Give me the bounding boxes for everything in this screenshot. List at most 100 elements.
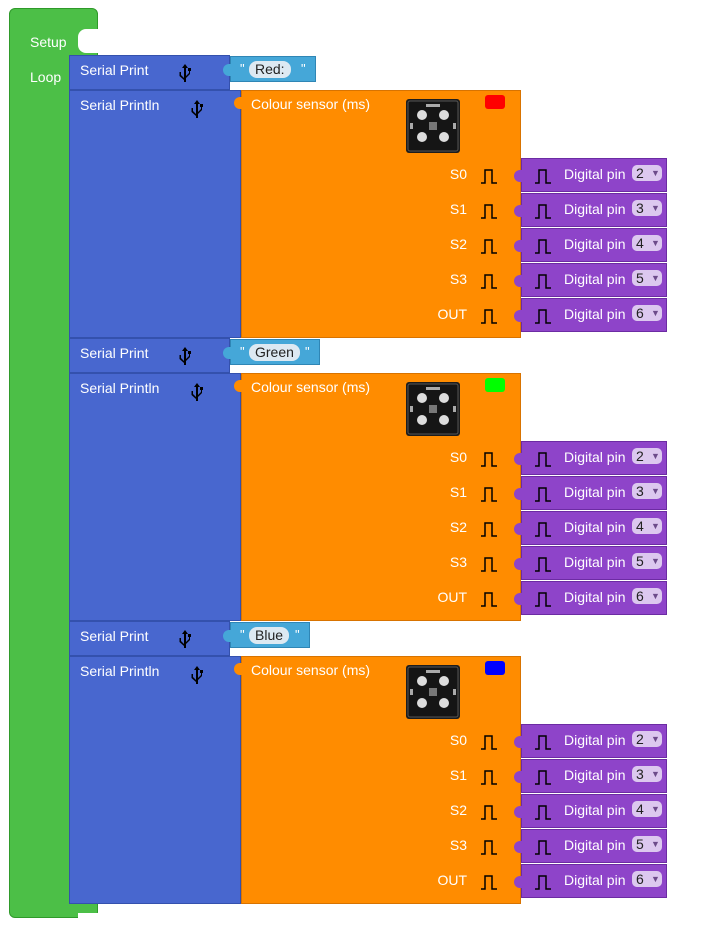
pin-label-s0: S0	[449, 449, 467, 465]
pin-number-dropdown[interactable]: 6 ▼	[632, 588, 662, 604]
pin-number-dropdown[interactable]: 3 ▼	[632, 200, 662, 216]
digital-pin-block[interactable]: Digital pin 5 ▼	[514, 829, 667, 863]
pulse-icon	[535, 452, 551, 467]
pin-number: 3	[636, 766, 644, 782]
dropdown-arrow-icon: ▼	[651, 238, 660, 248]
digital-pin-block[interactable]: Digital pin 4 ▼	[514, 228, 667, 262]
digital-pin-label: Digital pin	[564, 767, 626, 783]
dropdown-arrow-icon: ▼	[651, 168, 660, 178]
digital-pin-block[interactable]: Digital pin 6 ▼	[514, 581, 667, 615]
colour-sensor-block[interactable]: Colour sensor (ms) S0 S1 S2 S3 OUT	[234, 656, 521, 904]
pin-number-dropdown[interactable]: 6 ▼	[632, 305, 662, 321]
dropdown-arrow-icon: ▼	[651, 308, 660, 318]
text-string-block[interactable]: " Blue "	[223, 622, 310, 648]
pulse-icon	[535, 204, 551, 219]
pin-connector	[514, 275, 522, 287]
pin-number: 2	[636, 165, 644, 181]
pin-connector	[514, 771, 522, 783]
pulse-icon	[535, 592, 551, 607]
pin-number-dropdown[interactable]: 2 ▼	[632, 448, 662, 464]
pin-connector	[514, 558, 522, 570]
digital-pin-block[interactable]: Digital pin 4 ▼	[514, 794, 667, 828]
colour-sensor-block[interactable]: Colour sensor (ms) S0 S1 S2 S3 OUT	[234, 373, 521, 621]
pin-number: 5	[636, 836, 644, 852]
pin-connector	[514, 240, 522, 252]
digital-pin-block[interactable]: Digital pin 3 ▼	[514, 759, 667, 793]
pulse-icon	[481, 875, 497, 890]
pulse-icon	[535, 770, 551, 785]
pin-number-dropdown[interactable]: 3 ▼	[632, 483, 662, 499]
pin-number-dropdown[interactable]: 2 ▼	[632, 165, 662, 181]
pin-number-dropdown[interactable]: 4 ▼	[632, 518, 662, 534]
digital-pin-block[interactable]: Digital pin 5 ▼	[514, 546, 667, 580]
pin-number-dropdown[interactable]: 4 ▼	[632, 801, 662, 817]
pin-label-out: OUT	[437, 306, 467, 322]
pin-number-dropdown[interactable]: 6 ▼	[632, 871, 662, 887]
pin-number: 4	[636, 801, 644, 817]
colour-swatch[interactable]	[485, 95, 505, 109]
pin-number-dropdown[interactable]: 5 ▼	[632, 836, 662, 852]
pin-number: 2	[636, 448, 644, 464]
text-string-block[interactable]: " Green "	[223, 339, 320, 365]
serial-print-block[interactable]: Serial Print	[69, 338, 230, 373]
digital-pin-label: Digital pin	[564, 802, 626, 818]
pulse-icon	[481, 522, 497, 537]
pin-number-dropdown[interactable]: 5 ▼	[632, 270, 662, 286]
text-connector	[223, 630, 231, 642]
pin-number: 3	[636, 483, 644, 499]
serial-println-block[interactable]: Serial Println	[69, 656, 241, 904]
serial-println-block[interactable]: Serial Println	[69, 373, 241, 621]
pin-number-dropdown[interactable]: 5 ▼	[632, 553, 662, 569]
colour-sensor-title: Colour sensor (ms)	[251, 662, 371, 678]
close-quote: "	[301, 61, 306, 76]
digital-pin-block[interactable]: Digital pin 2 ▼	[514, 158, 667, 192]
pin-number: 5	[636, 270, 644, 286]
pin-connector	[514, 806, 522, 818]
digital-pin-block[interactable]: Digital pin 6 ▼	[514, 298, 667, 332]
colour-swatch[interactable]	[485, 661, 505, 675]
dropdown-arrow-icon: ▼	[651, 273, 660, 283]
digital-pin-block[interactable]: Digital pin 2 ▼	[514, 724, 667, 758]
pin-connector	[514, 841, 522, 853]
pin-number-dropdown[interactable]: 3 ▼	[632, 766, 662, 782]
digital-pin-block[interactable]: Digital pin 3 ▼	[514, 193, 667, 227]
close-quote: "	[305, 344, 310, 359]
pin-number: 6	[636, 871, 644, 887]
setup-label: Setup	[30, 34, 67, 50]
pin-connector	[514, 523, 522, 535]
text-value-field[interactable]: Green	[249, 344, 300, 361]
usb-icon	[191, 100, 203, 118]
dropdown-arrow-icon: ▼	[651, 769, 660, 779]
serial-println-block[interactable]: Serial Println	[69, 90, 241, 338]
open-quote: "	[240, 344, 245, 359]
serial-println-label: Serial Println	[80, 97, 160, 113]
pin-connector	[514, 593, 522, 605]
digital-pin-block[interactable]: Digital pin 6 ▼	[514, 864, 667, 898]
digital-pin-block[interactable]: Digital pin 4 ▼	[514, 511, 667, 545]
serial-print-label: Serial Print	[80, 628, 149, 644]
text-value-field[interactable]: Red:	[249, 61, 291, 78]
pulse-icon	[481, 169, 497, 184]
pin-number-dropdown[interactable]: 4 ▼	[632, 235, 662, 251]
pulse-icon	[535, 522, 551, 537]
pin-label-s2: S2	[449, 802, 467, 818]
serial-print-block[interactable]: Serial Print	[69, 55, 230, 90]
colour-sensor-block[interactable]: Colour sensor (ms) S0 S1 S2 S3 OUT	[234, 90, 521, 338]
text-string-block[interactable]: " Red: "	[223, 56, 316, 82]
text-value-field[interactable]: Blue	[249, 627, 290, 644]
digital-pin-block[interactable]: Digital pin 3 ▼	[514, 476, 667, 510]
pin-number-dropdown[interactable]: 2 ▼	[632, 731, 662, 747]
pulse-icon	[535, 805, 551, 820]
text-connector	[223, 64, 231, 76]
dropdown-arrow-icon: ▼	[651, 556, 660, 566]
digital-pin-block[interactable]: Digital pin 2 ▼	[514, 441, 667, 475]
colour-swatch[interactable]	[485, 378, 505, 392]
usb-icon	[179, 630, 191, 648]
pin-label-s3: S3	[449, 554, 467, 570]
digital-pin-label: Digital pin	[564, 449, 626, 465]
pulse-icon	[535, 169, 551, 184]
digital-pin-block[interactable]: Digital pin 5 ▼	[514, 263, 667, 297]
color-sensor-module-image	[406, 382, 460, 436]
serial-print-block[interactable]: Serial Print	[69, 621, 230, 656]
usb-icon	[191, 383, 203, 401]
